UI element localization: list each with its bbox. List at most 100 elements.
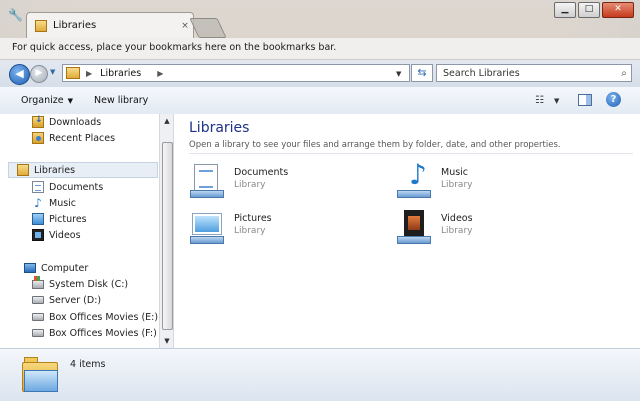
nav-item-system-disk[interactable]: System Disk (C:) (32, 275, 128, 292)
scroll-down-icon[interactable]: ▼ (160, 334, 173, 348)
nav-item-label: Box Offices Movies (F:) (49, 327, 157, 339)
computer-icon (24, 263, 36, 273)
forward-button[interactable]: ▶ (30, 65, 48, 83)
library-shelf (190, 190, 224, 198)
bookmarks-bar: For quick access, place your bookmarks h… (0, 38, 640, 60)
minimize-button[interactable]: ▁ (554, 2, 576, 18)
divider (189, 153, 633, 154)
nav-item-videos[interactable]: Videos (32, 227, 81, 243)
library-name: Pictures (234, 213, 272, 224)
nav-item-recent-places[interactable]: Recent Places (32, 130, 115, 146)
drive-icon (32, 296, 44, 304)
breadcrumb-arrow-icon[interactable]: ▶ (86, 69, 92, 78)
nav-item-pictures[interactable]: Pictures (32, 211, 87, 227)
drive-icon (32, 329, 44, 337)
film-frame (408, 216, 420, 230)
help-icon[interactable]: ? (606, 92, 621, 107)
library-name: Videos (441, 213, 473, 224)
nav-item-music[interactable]: ♪ Music (32, 195, 76, 211)
nav-item-label: Computer (41, 262, 89, 274)
library-type: Library (234, 180, 266, 190)
folder-front (24, 370, 58, 392)
search-input[interactable] (443, 67, 617, 79)
breadcrumb-arrow-icon[interactable]: ▶ (157, 69, 163, 78)
navigation-pane: Downloads Recent Places Libraries Docume… (0, 114, 174, 348)
document-lines (199, 170, 213, 188)
nav-item-label: Music (49, 197, 77, 209)
documents-library-icon (190, 164, 224, 198)
nav-item-box-offices-f[interactable]: Box Offices Movies (F:) (32, 325, 157, 341)
new-tab-button[interactable] (189, 18, 227, 38)
nav-item-label: Recent Places (49, 132, 116, 144)
library-tile-documents[interactable]: Documents Library (190, 164, 370, 200)
library-tile-music[interactable]: ♪ Music Library (397, 160, 577, 200)
nav-item-label: Downloads (49, 116, 102, 128)
drive-icon (32, 313, 44, 321)
recent-pages-dropdown[interactable]: ▼ (50, 68, 55, 76)
breadcrumb-libraries[interactable]: Libraries (100, 68, 141, 79)
library-tile-videos[interactable]: Videos Library (397, 210, 577, 246)
library-tile-pictures[interactable]: Pictures Library (190, 210, 370, 246)
search-box[interactable]: ⌕ (436, 64, 632, 82)
library-name: Music (441, 167, 469, 178)
view-options-dropdown-icon[interactable]: ▼ (554, 97, 559, 105)
page-title: Libraries (189, 120, 250, 136)
downloads-icon (32, 115, 44, 128)
system-disk-icon (32, 275, 44, 289)
item-count: 4 items (70, 359, 106, 370)
nav-item-label: Libraries (34, 164, 76, 176)
maximize-button[interactable]: □ (578, 2, 600, 18)
pictures-icon (32, 213, 44, 225)
library-shelf (190, 236, 224, 244)
status-bar: 4 items (0, 348, 640, 401)
refresh-button[interactable]: ⇆ (411, 64, 433, 82)
new-library-button[interactable]: New library (94, 95, 148, 106)
library-folder-icon (66, 67, 80, 79)
picture-frame (192, 213, 222, 235)
window-controls: ▁ □ ✕ (554, 2, 634, 18)
chevron-down-icon: ▼ (67, 97, 73, 105)
nav-item-libraries[interactable]: Libraries (8, 162, 158, 178)
videos-library-icon (397, 210, 431, 244)
pictures-library-icon (190, 210, 224, 244)
nav-item-computer[interactable]: Computer (24, 260, 88, 276)
nav-item-server[interactable]: Server (D:) (32, 292, 101, 308)
command-bar: Organize ▼ New library ☷ ▼ ? (0, 87, 640, 115)
organize-label: Organize (21, 95, 64, 106)
scroll-up-icon[interactable]: ▲ (160, 114, 173, 128)
library-shelf (397, 190, 431, 198)
nav-item-label: Box Offices Movies (E:) (49, 311, 159, 323)
recent-places-icon (32, 132, 44, 144)
change-view-icon[interactable]: ☷ (535, 95, 544, 106)
address-row: ◀ ▶ ▼ ▶ Libraries ▶ ▼ ⇆ ⌕ (0, 60, 640, 88)
scroll-thumb[interactable] (162, 142, 173, 330)
nav-item-downloads[interactable]: Downloads (32, 114, 101, 130)
title-bar: 🔧 Libraries × ▁ □ ✕ (0, 0, 640, 38)
music-icon: ♪ (34, 196, 42, 210)
address-bar[interactable]: ▶ Libraries ▶ (62, 64, 410, 82)
nav-item-box-offices-e[interactable]: Box Offices Movies (E:) (32, 309, 158, 325)
wrench-icon[interactable]: 🔧 (8, 8, 23, 22)
nav-item-label: Videos (49, 229, 81, 241)
library-type: Library (234, 226, 266, 236)
page-description: Open a library to see your files and arr… (189, 140, 561, 150)
libraries-icon (17, 164, 29, 176)
organize-button[interactable]: Organize ▼ (21, 95, 73, 106)
tab-libraries[interactable]: Libraries × (26, 12, 194, 38)
library-folder-icon (35, 19, 47, 32)
library-type: Library (441, 180, 473, 190)
address-dropdown-icon[interactable]: ▼ (396, 70, 401, 78)
nav-item-label: Documents (49, 181, 104, 193)
preview-pane-icon[interactable] (578, 94, 592, 106)
search-icon[interactable]: ⌕ (617, 68, 631, 79)
music-note: ♪ (409, 158, 427, 191)
back-button[interactable]: ◀ (9, 64, 30, 85)
nav-item-label: Server (D:) (49, 294, 102, 306)
nav-scrollbar[interactable]: ▲ ▼ (159, 114, 173, 348)
music-library-icon: ♪ (397, 160, 431, 198)
tab-title: Libraries (53, 20, 97, 31)
close-button[interactable]: ✕ (602, 2, 634, 18)
browser-window: 🔧 Libraries × ▁ □ ✕ For quick access, pl… (0, 0, 640, 401)
nav-item-documents[interactable]: Documents (32, 179, 103, 195)
nav-item-label: Pictures (49, 213, 87, 225)
